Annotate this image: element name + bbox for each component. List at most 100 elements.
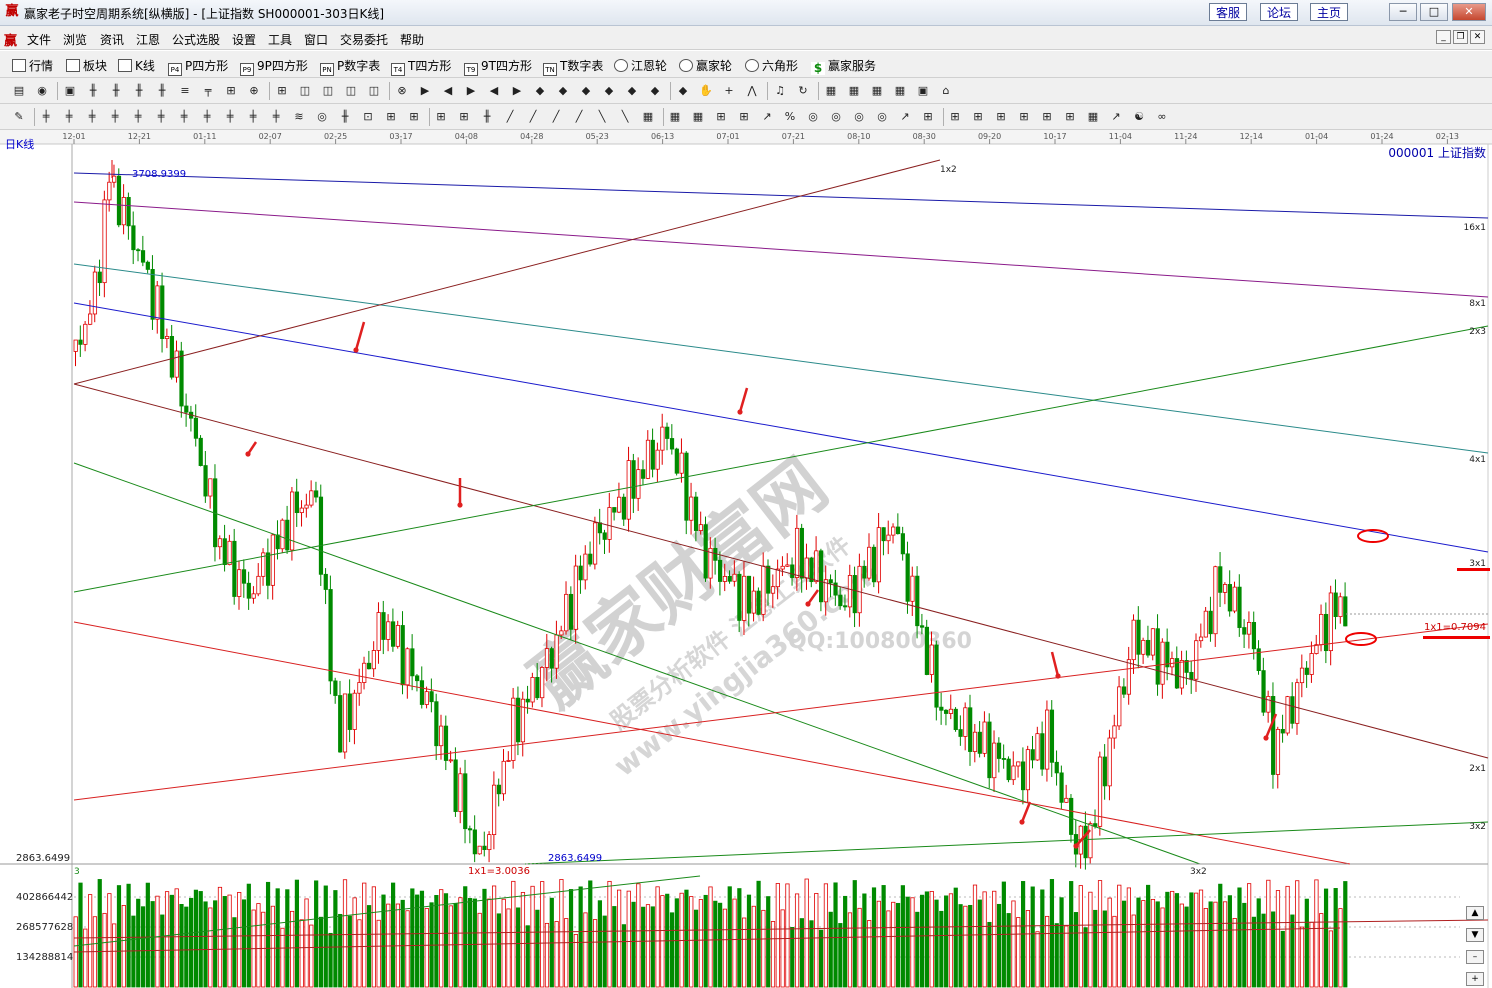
gann-tool-10-icon[interactable]: ╪ bbox=[221, 108, 239, 126]
customer-service-link[interactable]: 客服 bbox=[1209, 3, 1248, 21]
gann-tool-11-icon[interactable]: ╪ bbox=[244, 108, 262, 126]
gann-tool-34-icon[interactable]: % bbox=[781, 108, 799, 126]
gann-tool-19-icon[interactable]: ⊞ bbox=[432, 108, 450, 126]
close-button[interactable]: ✕ bbox=[1452, 3, 1486, 21]
menu-help[interactable]: 帮助 bbox=[400, 31, 424, 48]
draw-tool-2-icon[interactable]: ◉ bbox=[33, 82, 51, 100]
gann-tool-15-icon[interactable]: ╫ bbox=[336, 108, 354, 126]
menu-file[interactable]: 文件 bbox=[27, 31, 51, 48]
draw-tool-38-icon[interactable]: ▦ bbox=[891, 82, 909, 100]
mdi-minimize-button[interactable]: _ bbox=[1436, 30, 1451, 44]
draw-tool-10-icon[interactable]: ⊞ bbox=[222, 82, 240, 100]
gann-tool-6-icon[interactable]: ╪ bbox=[129, 108, 147, 126]
gann-tool-50-icon[interactable]: ∞ bbox=[1153, 108, 1171, 126]
gann-tool-45-icon[interactable]: ⊞ bbox=[1038, 108, 1056, 126]
gann-tool-42-icon[interactable]: ⊞ bbox=[969, 108, 987, 126]
gann-tool-33-icon[interactable]: ↗ bbox=[758, 108, 776, 126]
toolbar-hexagon-button[interactable]: 六角形 bbox=[745, 57, 798, 74]
gann-tool-37-icon[interactable]: ◎ bbox=[850, 108, 868, 126]
draw-tool-15-icon[interactable]: ◫ bbox=[342, 82, 360, 100]
mdi-close-button[interactable]: ✕ bbox=[1470, 30, 1485, 44]
gann-tool-46-icon[interactable]: ⊞ bbox=[1061, 108, 1079, 126]
gann-tool-40-icon[interactable]: ⊞ bbox=[919, 108, 937, 126]
kline-chart[interactable]: 赢家财富网股票分析软件 江恩工具软件www.yingjia360.comQQ:1… bbox=[0, 130, 1492, 988]
menu-trade[interactable]: 交易委托 bbox=[340, 31, 388, 48]
gann-tool-3-icon[interactable]: ╪ bbox=[60, 108, 78, 126]
toolbar-p-square-button[interactable]: P4 P四方形 bbox=[168, 57, 228, 76]
draw-tool-21-icon[interactable]: ◀ bbox=[485, 82, 503, 100]
draw-tool-12-icon[interactable]: ⊞ bbox=[273, 82, 291, 100]
gann-tool-17-icon[interactable]: ⊞ bbox=[382, 108, 400, 126]
toolbar-gann-wheel-button[interactable]: 江恩轮 bbox=[614, 57, 667, 74]
toolbar-9p-square-button[interactable]: P9 9P四方形 bbox=[240, 57, 308, 76]
draw-tool-31-icon[interactable]: + bbox=[720, 82, 738, 100]
draw-tool-19-icon[interactable]: ◀ bbox=[439, 82, 457, 100]
gann-tool-4-icon[interactable]: ╪ bbox=[83, 108, 101, 126]
toolbar-winner-wheel-button[interactable]: 赢家轮 bbox=[679, 57, 732, 74]
gann-tool-29-icon[interactable]: ▦ bbox=[666, 108, 684, 126]
volume-collapse-button[interactable]: ▼ bbox=[1466, 928, 1484, 942]
draw-tool-28-icon[interactable]: ◆ bbox=[646, 82, 664, 100]
draw-tool-3-icon[interactable]: ▣ bbox=[61, 82, 79, 100]
gann-tool-27-icon[interactable]: ╲ bbox=[616, 108, 634, 126]
draw-tool-5-icon[interactable]: ╫ bbox=[107, 82, 125, 100]
toolbar-9t-square-button[interactable]: T9 9T四方形 bbox=[464, 57, 532, 76]
draw-tool-29-icon[interactable]: ◆ bbox=[674, 82, 692, 100]
toolbar-t-square-button[interactable]: T4 T四方形 bbox=[391, 57, 451, 76]
draw-tool-35-icon[interactable]: ▦ bbox=[822, 82, 840, 100]
draw-tool-11-icon[interactable]: ⊕ bbox=[245, 82, 263, 100]
gann-tool-41-icon[interactable]: ⊞ bbox=[946, 108, 964, 126]
draw-tool-20-icon[interactable]: ▶ bbox=[462, 82, 480, 100]
menu-info[interactable]: 资讯 bbox=[100, 31, 124, 48]
draw-tool-9-icon[interactable]: ╤ bbox=[199, 82, 217, 100]
gann-tool-13-icon[interactable]: ≋ bbox=[290, 108, 308, 126]
draw-tool-25-icon[interactable]: ◆ bbox=[577, 82, 595, 100]
draw-tool-27-icon[interactable]: ◆ bbox=[623, 82, 641, 100]
mdi-restore-button[interactable]: ❐ bbox=[1453, 30, 1468, 44]
draw-tool-1-icon[interactable]: ▤ bbox=[10, 82, 28, 100]
gann-tool-23-icon[interactable]: ╱ bbox=[524, 108, 542, 126]
gann-tool-22-icon[interactable]: ╱ bbox=[501, 108, 519, 126]
gann-tool-7-icon[interactable]: ╪ bbox=[152, 108, 170, 126]
volume-zoom-in-button[interactable]: + bbox=[1466, 972, 1484, 986]
draw-tool-6-icon[interactable]: ╫ bbox=[130, 82, 148, 100]
draw-tool-4-icon[interactable]: ╫ bbox=[84, 82, 102, 100]
gann-tool-43-icon[interactable]: ⊞ bbox=[992, 108, 1010, 126]
gann-tool-31-icon[interactable]: ⊞ bbox=[712, 108, 730, 126]
gann-tool-30-icon[interactable]: ▦ bbox=[689, 108, 707, 126]
draw-tool-14-icon[interactable]: ◫ bbox=[319, 82, 337, 100]
gann-tool-48-icon[interactable]: ↗ bbox=[1107, 108, 1125, 126]
gann-tool-35-icon[interactable]: ◎ bbox=[804, 108, 822, 126]
menu-gann[interactable]: 江恩 bbox=[136, 31, 160, 48]
gann-tool-32-icon[interactable]: ⊞ bbox=[735, 108, 753, 126]
gann-tool-9-icon[interactable]: ╪ bbox=[198, 108, 216, 126]
menu-formula[interactable]: 公式选股 bbox=[172, 31, 220, 48]
gann-tool-2-icon[interactable]: ╪ bbox=[37, 108, 55, 126]
toolbar-p-number-button[interactable]: PN P数字表 bbox=[320, 57, 380, 76]
draw-tool-36-icon[interactable]: ▦ bbox=[845, 82, 863, 100]
gann-tool-39-icon[interactable]: ↗ bbox=[896, 108, 914, 126]
draw-tool-7-icon[interactable]: ╫ bbox=[153, 82, 171, 100]
toolbar-service-button[interactable]: $ 赢家服务 bbox=[811, 57, 876, 75]
draw-tool-22-icon[interactable]: ▶ bbox=[508, 82, 526, 100]
gann-tool-5-icon[interactable]: ╪ bbox=[106, 108, 124, 126]
forum-link[interactable]: 论坛 bbox=[1260, 3, 1299, 21]
gann-tool-44-icon[interactable]: ⊞ bbox=[1015, 108, 1033, 126]
draw-tool-18-icon[interactable]: ▶ bbox=[416, 82, 434, 100]
gann-tool-28-icon[interactable]: ▦ bbox=[639, 108, 657, 126]
gann-tool-16-icon[interactable]: ⊡ bbox=[359, 108, 377, 126]
draw-tool-23-icon[interactable]: ◆ bbox=[531, 82, 549, 100]
draw-tool-34-icon[interactable]: ↻ bbox=[794, 82, 812, 100]
volume-zoom-out-button[interactable]: – bbox=[1466, 950, 1484, 964]
draw-tool-13-icon[interactable]: ◫ bbox=[296, 82, 314, 100]
toolbar-t-number-button[interactable]: TN T数字表 bbox=[543, 57, 603, 76]
gann-tool-38-icon[interactable]: ◎ bbox=[873, 108, 891, 126]
toolbar-kline-button[interactable]: K线 bbox=[118, 57, 155, 74]
maximize-button[interactable]: □ bbox=[1420, 3, 1448, 21]
draw-tool-40-icon[interactable]: ⌂ bbox=[937, 82, 955, 100]
draw-tool-26-icon[interactable]: ◆ bbox=[600, 82, 618, 100]
draw-tool-24-icon[interactable]: ◆ bbox=[554, 82, 572, 100]
volume-expand-button[interactable]: ▲ bbox=[1466, 906, 1484, 920]
toolbar-quotes-button[interactable]: 行情 bbox=[12, 57, 53, 74]
gann-tool-24-icon[interactable]: ╱ bbox=[547, 108, 565, 126]
